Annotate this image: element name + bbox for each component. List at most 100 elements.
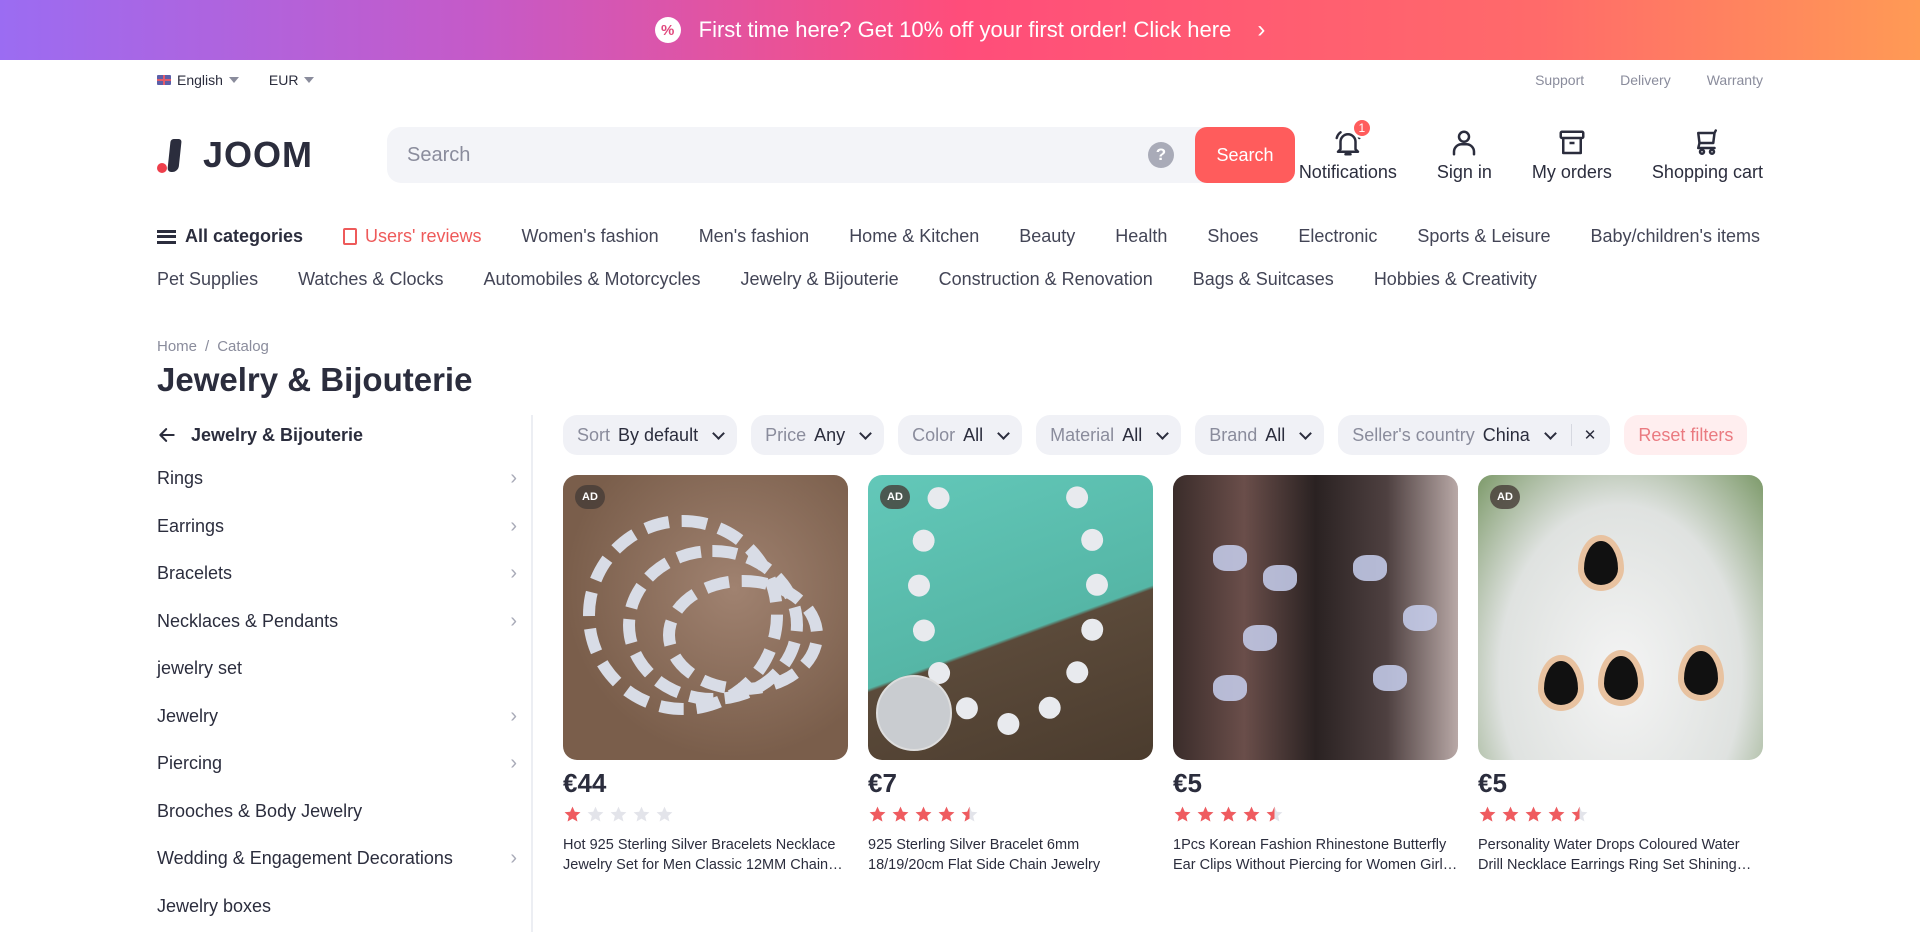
butterfly-decoration [1353,555,1387,581]
star-icon [1478,805,1497,824]
search-button[interactable]: Search [1195,127,1295,183]
help-icon[interactable]: ? [1148,142,1174,168]
sidebar-category-item[interactable]: Earrings › [157,503,521,551]
cart-icon [1697,128,1718,155]
reviews-icon [343,228,358,245]
breadcrumb-home[interactable]: Home [157,338,197,355]
delivery-link[interactable]: Delivery [1620,72,1671,88]
breadcrumb-catalog[interactable]: Catalog [217,338,269,355]
nav-category-link[interactable]: Hobbies & Creativity [1374,269,1537,290]
my-orders-button[interactable]: My orders [1532,128,1612,183]
butterfly-decoration [1263,565,1297,591]
gem-decoration [1538,655,1584,711]
sign-in-button[interactable]: Sign in [1437,128,1492,183]
product-image[interactable]: AD [868,475,1153,760]
nav-category-link[interactable]: Construction & Renovation [939,269,1153,290]
star-icon [1242,805,1261,824]
product-title[interactable]: Personality Water Drops Coloured Water D… [1478,835,1763,875]
back-to-parent-category[interactable]: Jewelry & Bijouterie [157,415,521,455]
sidebar-category-item[interactable]: Piercing › [157,740,521,788]
sidebar-category-item[interactable]: Bracelets › [157,550,521,598]
all-categories-button[interactable]: All categories [157,226,303,247]
rating-stars [1173,805,1458,825]
nav-category-link[interactable]: Baby/children's items [1590,226,1760,247]
star-icon [914,805,933,824]
chevron-right-icon: › [510,467,517,490]
nav-category-link[interactable]: Men's fashion [699,226,810,247]
star-icon [1173,805,1192,824]
gem-decoration [1678,645,1724,701]
star-icon [1547,805,1566,824]
support-link[interactable]: Support [1535,72,1584,88]
logo[interactable]: JOOM [157,134,350,176]
sidebar-category-item[interactable]: Rings › [157,455,521,503]
reset-filters-button[interactable]: Reset filters [1624,415,1748,455]
filter-label: Price [765,424,807,445]
clear-filter-icon[interactable]: ✕ [1584,426,1597,444]
star-icon [586,805,605,824]
language-label: English [177,72,223,88]
sidebar-category-item[interactable]: Necklaces & Pendants › [157,598,521,646]
divider [1570,424,1572,446]
notifications-button[interactable]: 1 Notifications [1299,117,1397,183]
filter-sort[interactable]: Sort By default [563,415,738,455]
filter-value: China [1482,424,1530,445]
filter-color[interactable]: Color All [898,415,1023,455]
chevron-right-icon: › [510,704,517,727]
nav-category-link[interactable]: Jewelry & Bijouterie [741,269,899,290]
product-card[interactable]: €5 1Pcs Korean Fashion Rhinestone Butterf… [1173,475,1458,875]
nav-category-link[interactable]: Watches & Clocks [298,269,443,290]
product-image[interactable]: AD [1478,475,1763,760]
sidebar-category-item[interactable]: jewelry set [157,645,521,693]
warranty-link[interactable]: Warranty [1707,72,1763,88]
star-icon [609,805,628,824]
nav-category-link[interactable]: Electronic [1298,226,1377,247]
language-selector[interactable]: English [157,72,239,88]
sidebar-category-item[interactable]: Jewelry boxes [157,883,521,931]
sidebar-category-item[interactable]: Wedding & Engagement Decorations › [157,835,521,883]
logo-mark-icon [157,137,182,173]
product-title[interactable]: 925 Sterling Silver Bracelet 6mm 18/19/2… [868,835,1153,875]
nav-category-link[interactable]: Pet Supplies [157,269,258,290]
product-title[interactable]: 1Pcs Korean Fashion Rhinestone Butterfly… [1173,835,1458,875]
filter-brand[interactable]: Brand All [1195,415,1325,455]
product-image[interactable] [1173,475,1458,760]
nav-category-link[interactable]: Home & Kitchen [849,226,979,247]
nav-category-link[interactable]: Beauty [1019,226,1075,247]
product-card[interactable]: AD €44 Hot 925 Sterling Silver Bracelets N… [563,475,848,875]
product-title[interactable]: Hot 925 Sterling Silver Bracelets Neckla… [563,835,848,875]
rating-stars [563,805,848,825]
filter-seller-s-country[interactable]: Seller's country China ✕ [1338,415,1611,455]
chevron-down-icon [859,426,872,440]
product-card[interactable]: AD €7 925 Sterling Silver Bracelet 6mm 18/… [868,475,1153,875]
back-label: Jewelry & Bijouterie [191,424,364,445]
nav-category-link[interactable]: Women's fashion [522,226,659,247]
currency-selector[interactable]: EUR [269,72,315,88]
chevron-right-icon: › [510,847,517,870]
filter-material[interactable]: Material All [1036,415,1182,455]
filter-price[interactable]: Price Any [751,415,885,455]
star-icon [655,805,674,824]
sidebar-category-label: jewelry set [157,658,243,679]
ad-badge: AD [575,485,605,509]
nav-category-link[interactable]: Health [1115,226,1167,247]
product-card[interactable]: AD €5 Personality Water Drops Coloured Wat… [1478,475,1763,875]
filter-label: Brand [1209,424,1258,445]
nav-category-link[interactable]: Sports & Leisure [1417,226,1550,247]
promo-banner[interactable]: % First time here? Get 10% off your firs… [0,0,1920,60]
shopping-cart-label: Shopping cart [1651,161,1763,182]
sidebar-category-item[interactable]: Brooches & Body Jewelry [157,788,521,836]
nav-category-link[interactable]: Shoes [1207,226,1258,247]
chain-decoration [663,575,823,695]
utility-bar: English EUR Support Delivery Warranty [0,60,1920,100]
star-icon [1219,805,1238,824]
product-image[interactable]: AD [563,475,848,760]
nav-category-link[interactable]: Automobiles & Motorcycles [483,269,700,290]
shopping-cart-button[interactable]: Shopping cart [1652,128,1763,183]
star-icon [891,805,910,824]
search-input[interactable] [407,143,1148,167]
users-reviews-link[interactable]: Users' reviews [343,226,482,247]
nav-category-link[interactable]: Bags & Suitcases [1193,269,1334,290]
rating-stars [868,805,1153,825]
sidebar-category-item[interactable]: Jewelry › [157,693,521,741]
